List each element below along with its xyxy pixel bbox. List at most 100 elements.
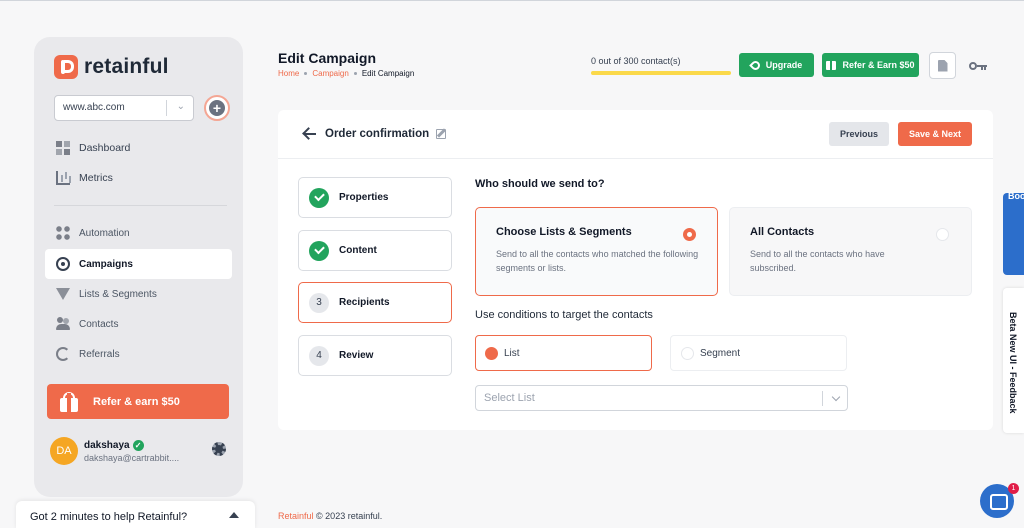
rocket-icon: [748, 58, 762, 72]
campaign-editor-card: Order confirmation Previous Save & Next …: [278, 110, 993, 430]
sidebar-item-label: Contacts: [79, 318, 119, 330]
step-content[interactable]: Content: [298, 230, 452, 271]
upgrade-button[interactable]: Upgrade: [739, 53, 814, 77]
feedback-tab[interactable]: Beta New UI - Feedback: [1003, 288, 1024, 433]
gift-icon: [59, 391, 79, 412]
select-separator: [822, 391, 823, 406]
sidebar-item-contacts[interactable]: Contacts: [45, 309, 232, 339]
help-bar-label: Got 2 minutes to help Retainful?: [30, 511, 188, 523]
sidebar-item-label: Lists & Segments: [79, 288, 157, 300]
sidebar-item-lists-segments[interactable]: Lists & Segments: [45, 279, 232, 309]
upgrade-label: Upgrade: [765, 60, 803, 70]
retainful-logo-icon: [54, 55, 78, 79]
footer-brand-link[interactable]: Retainful: [278, 511, 314, 521]
chevron-down-icon: ⌄: [176, 101, 185, 112]
breadcrumb-separator: [353, 72, 357, 75]
nav-divider: [54, 205, 227, 206]
key-icon-shaft: [977, 64, 987, 70]
site-select[interactable]: www.abc.com ⌄: [54, 95, 194, 121]
breadcrumb-home[interactable]: Home: [278, 69, 299, 78]
target-option-segment[interactable]: Segment: [670, 335, 847, 371]
key-icon: [969, 61, 977, 70]
option-lists-segments[interactable]: Choose Lists & Segments Send to all the …: [475, 207, 718, 296]
sidebar-item-label: Referrals: [79, 348, 120, 360]
footer: Retainful © 2023 retainful.: [278, 511, 382, 521]
help-feedback-bar[interactable]: Got 2 minutes to help Retainful?: [16, 501, 255, 528]
step-review[interactable]: 4 Review: [298, 335, 452, 376]
sidebar-item-dashboard[interactable]: Dashboard: [45, 133, 232, 163]
avatar[interactable]: DA: [50, 437, 78, 465]
gift-icon: [826, 60, 837, 70]
contacts-usage-text: 0 out of 300 contact(s): [591, 56, 681, 66]
step-number: 3: [309, 292, 329, 313]
dashboard-icon: [56, 141, 70, 155]
refer-earn-button[interactable]: Refer & earn $50: [47, 384, 229, 419]
select-separator: [166, 100, 167, 116]
chevron-up-icon[interactable]: [229, 512, 239, 518]
step-properties[interactable]: Properties: [298, 177, 452, 218]
add-site-button[interactable]: +: [204, 95, 230, 121]
metrics-icon: [56, 171, 70, 185]
book-call-tab[interactable]: Book a call: [1003, 191, 1024, 275]
radio-selected[interactable]: [485, 346, 498, 360]
sidebar-item-campaigns[interactable]: Campaigns: [45, 249, 232, 279]
step-label: Review: [339, 350, 374, 361]
save-next-button[interactable]: Save & Next: [898, 122, 972, 146]
user-name: dakshaya ✓: [84, 440, 144, 451]
key-button[interactable]: [964, 52, 992, 79]
contacts-icon: [56, 317, 70, 331]
contacts-usage-bar: [591, 71, 731, 75]
sidebar-item-label: Automation: [79, 227, 130, 239]
previous-button[interactable]: Previous: [829, 122, 889, 146]
step-number: 4: [309, 345, 329, 366]
card-header: Order confirmation Previous Save & Next: [278, 110, 993, 159]
option-description: Send to all the contacts who have subscr…: [750, 249, 885, 273]
sidebar-item-label: Dashboard: [79, 142, 131, 154]
logo[interactable]: retainful: [54, 55, 169, 79]
step-label: Recipients: [339, 297, 390, 308]
user-name-text: dakshaya: [84, 440, 130, 451]
breadcrumb-campaign[interactable]: Campaign: [312, 69, 348, 78]
verified-icon: ✓: [132, 440, 144, 451]
document-icon: [937, 59, 948, 72]
refer-earn-header-button[interactable]: Refer & Earn $50: [822, 53, 919, 77]
user-email: dakshaya@cartrabbit....: [84, 453, 180, 463]
radio-unselected[interactable]: [681, 346, 694, 360]
sidebar-item-automation[interactable]: Automation: [45, 218, 232, 248]
option-all-contacts[interactable]: All Contacts Send to all the contacts wh…: [729, 207, 972, 296]
gear-icon[interactable]: [212, 442, 226, 456]
select-list-dropdown[interactable]: Select List: [475, 385, 848, 411]
target-option-label: List: [504, 347, 520, 359]
breadcrumb: Home Campaign Edit Campaign: [278, 69, 414, 78]
step-label: Content: [339, 245, 377, 256]
radio-unselected[interactable]: [936, 228, 949, 241]
sidebar-item-label: Metrics: [79, 172, 113, 184]
conditions-title: Use conditions to target the contacts: [475, 309, 653, 321]
refer-earn-header-label: Refer & Earn $50: [842, 60, 915, 70]
target-option-list[interactable]: List: [475, 335, 652, 371]
sidebar-item-referrals[interactable]: Referrals: [45, 339, 232, 369]
feedback-label: Beta New UI - Feedback: [1008, 312, 1018, 414]
sidebar-item-label: Campaigns: [79, 258, 133, 270]
filter-icon: [56, 288, 70, 300]
radio-selected[interactable]: [683, 228, 696, 241]
plus-icon: +: [209, 100, 225, 116]
document-button[interactable]: [929, 52, 956, 79]
chevron-down-icon: [831, 392, 841, 402]
back-arrow-icon[interactable]: [302, 127, 316, 141]
campaigns-icon: [56, 257, 70, 271]
sidebar-item-metrics[interactable]: Metrics: [45, 163, 232, 193]
chat-notification-badge: 1: [1008, 483, 1019, 494]
edit-icon[interactable]: [436, 129, 446, 139]
option-title: All Contacts: [750, 226, 815, 238]
select-list-placeholder: Select List: [484, 392, 535, 404]
breadcrumb-current: Edit Campaign: [361, 69, 415, 78]
sidebar: retainful www.abc.com ⌄ + Dashboard Metr…: [34, 37, 243, 497]
logo-text: retainful: [84, 55, 169, 78]
referrals-icon: [56, 347, 70, 361]
step-recipients[interactable]: 3 Recipients: [298, 282, 452, 323]
book-call-label: Book a call: [1008, 191, 1024, 201]
automation-icon: [56, 226, 70, 240]
footer-copyright: © 2023 retainful.: [316, 511, 383, 521]
campaign-name: Order confirmation: [325, 128, 430, 140]
